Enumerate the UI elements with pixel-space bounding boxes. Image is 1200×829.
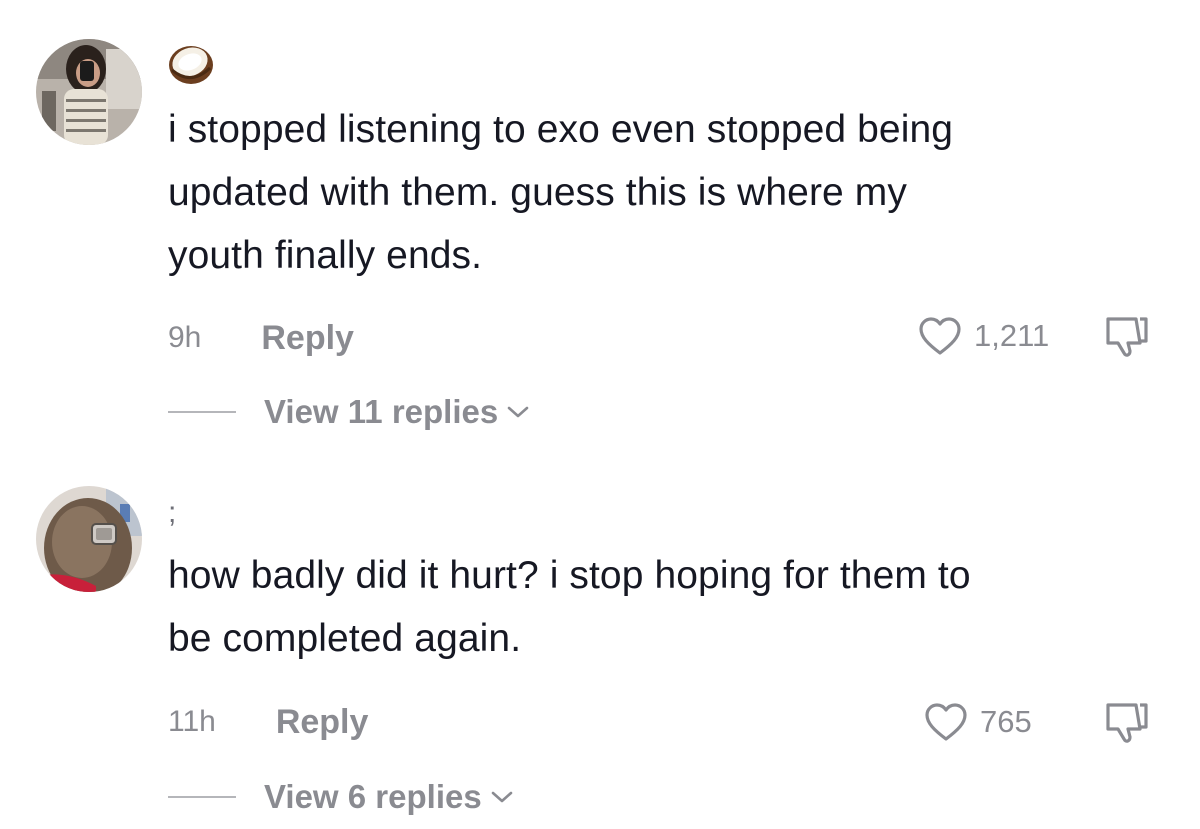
heart-icon — [925, 703, 967, 741]
view-replies-label: View 6 replies — [264, 778, 482, 815]
chevron-down-icon — [491, 791, 513, 803]
username: ; — [168, 496, 177, 529]
divider — [168, 796, 236, 798]
comment-text-line: how badly did it hurt? i stop hoping for… — [168, 554, 971, 597]
view-replies-button[interactable]: View 6 replies — [168, 777, 514, 817]
like-count: 765 — [980, 704, 1032, 739]
comment-2: ; how badly did it hurt? i stop hoping f… — [0, 0, 1200, 829]
comment-text-line: be completed again. — [168, 617, 522, 660]
comment-text: how badly did it hurt? i stop hoping for… — [168, 544, 1178, 670]
dislike-button[interactable] — [1100, 699, 1150, 745]
thumbs-down-icon — [1106, 703, 1148, 743]
comment-meta: 11h Reply — [168, 700, 368, 744]
timestamp: 11h — [168, 705, 216, 738]
like-button[interactable]: 765 — [924, 700, 1032, 744]
avatar[interactable] — [36, 486, 142, 592]
reply-button[interactable]: Reply — [276, 703, 369, 742]
